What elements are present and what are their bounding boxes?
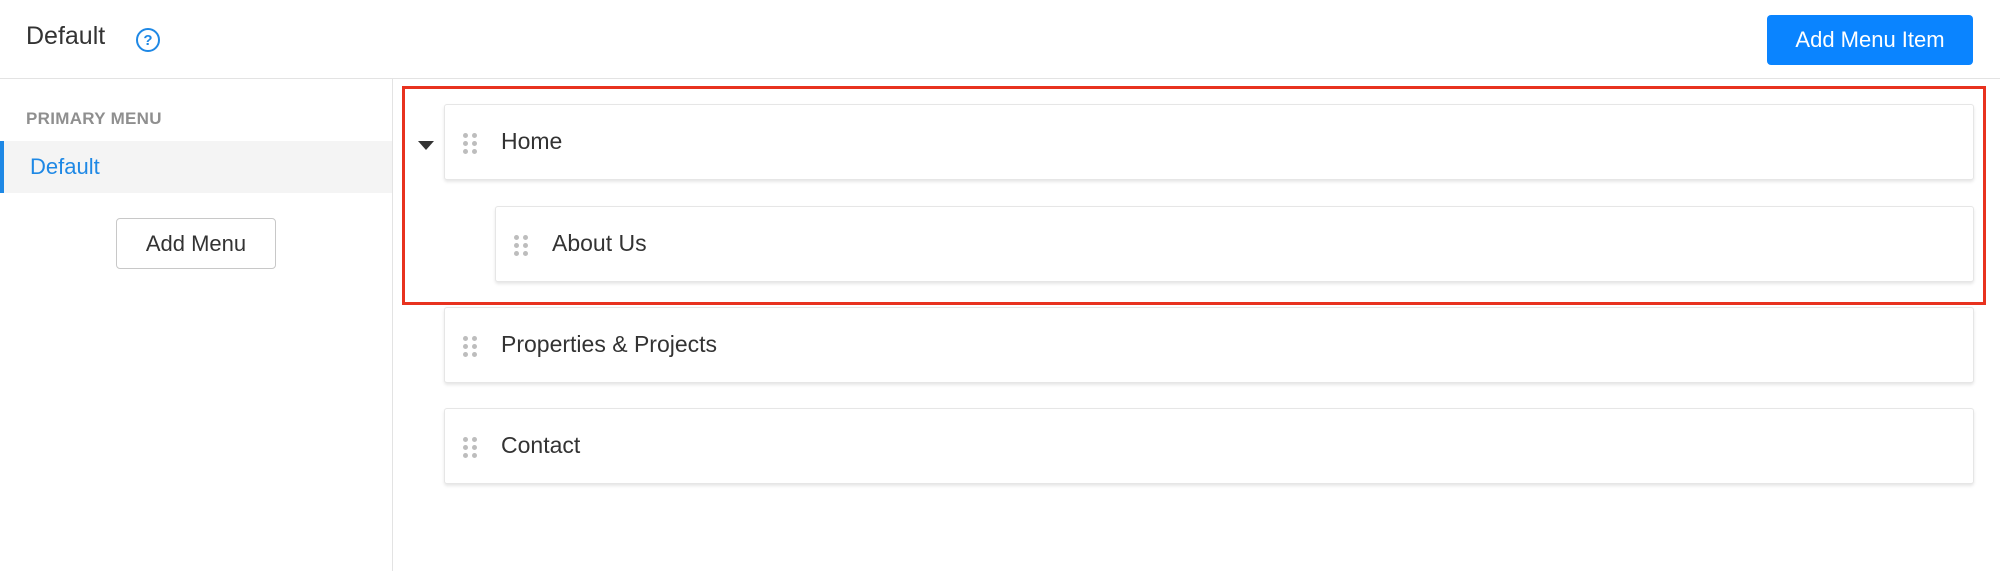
drag-handle-icon[interactable] [514,235,528,257]
sidebar-item-default[interactable]: Default [0,141,392,193]
menu-item-label: Contact [501,432,581,458]
drag-handle-icon[interactable] [463,133,477,155]
add-menu-button[interactable]: Add Menu [116,218,276,269]
help-circle-icon[interactable]: ? [136,28,160,52]
menu-item-label: About Us [552,230,647,256]
drag-handle-icon[interactable] [463,336,477,358]
menu-item-properties-projects[interactable]: Properties & Projects [444,307,1974,383]
sidebar-section-label: PRIMARY MENU [26,109,162,128]
drag-handle-icon[interactable] [463,437,477,459]
menu-item-contact[interactable]: Contact [444,408,1974,484]
menu-item-home[interactable]: Home [444,104,1974,180]
menu-item-label: Home [501,128,563,154]
menu-item-label: Properties & Projects [501,331,718,357]
sidebar-item-label: Default [30,154,100,179]
add-menu-item-button[interactable]: Add Menu Item [1767,15,1973,65]
menu-item-about-us[interactable]: About Us [495,206,1974,282]
page-title: Default [26,22,106,50]
sidebar: PRIMARY MENU Default Add Menu [0,79,393,571]
collapse-caret-icon[interactable] [418,141,434,150]
header-bar: Default ? Add Menu Item [0,0,2000,79]
